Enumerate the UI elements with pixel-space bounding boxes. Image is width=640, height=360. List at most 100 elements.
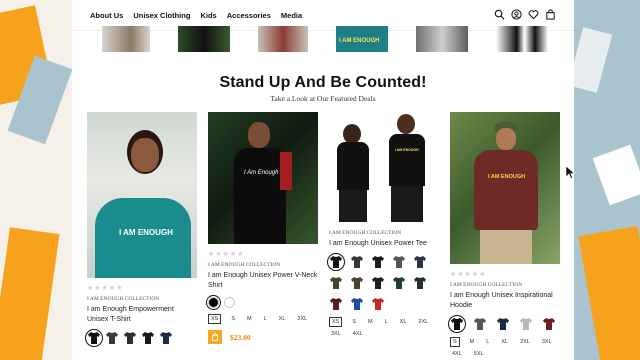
color-swatch[interactable] [371, 255, 385, 269]
size-option[interactable]: XL [398, 318, 409, 326]
product-image[interactable]: I AM ENOUGH [87, 112, 197, 278]
color-swatch[interactable] [329, 297, 343, 311]
collection-label: I AM ENOUGH COLLECTION [208, 262, 281, 268]
product-card: I AM ENOUGH ★★★★★ I AM ENOUGH COLLECTION… [85, 112, 197, 347]
size-option[interactable]: M [468, 338, 477, 346]
thumbnail-4[interactable]: I AM ENOUGH [336, 26, 388, 52]
size-option[interactable]: 2XL [416, 318, 430, 326]
product-card: I Am Enough ★★★★★ I AM ENOUGH COLLECTION… [206, 112, 318, 344]
color-swatch[interactable] [123, 331, 137, 345]
shirt-print: I AM ENOUGH [395, 148, 419, 152]
size-option[interactable]: 3XL [329, 330, 343, 338]
size-option[interactable]: M [245, 315, 254, 323]
user-icon[interactable] [511, 9, 522, 20]
size-option[interactable]: L [262, 315, 269, 323]
product-image[interactable]: I AM ENOUGH [450, 112, 560, 264]
color-swatch[interactable] [350, 255, 364, 269]
product-price: $23.00 [230, 332, 251, 342]
rating-stars: ★★★★★ [450, 271, 487, 278]
thumbnail-2[interactable] [178, 26, 230, 52]
size-option[interactable]: XL [277, 315, 288, 323]
heart-icon[interactable] [528, 9, 539, 20]
add-to-cart-button[interactable] [208, 330, 222, 344]
size-option[interactable]: XS [329, 317, 343, 327]
color-swatch[interactable] [496, 317, 510, 331]
color-swatch[interactable] [413, 276, 427, 290]
nav-unisex-clothing[interactable]: Unisex Clothing [133, 11, 190, 20]
section-title: Stand Up And Be Counted! [219, 74, 427, 91]
nav-media[interactable]: Media [281, 11, 302, 20]
color-swatch[interactable] [350, 276, 364, 290]
size-option[interactable]: L [383, 318, 390, 326]
bag-icon [211, 333, 219, 341]
color-swatch[interactable] [159, 331, 173, 345]
shirt-print: I AM ENOUGH [119, 228, 173, 237]
product-card: I AM ENOUGH ★★★★★ I AM ENOUGH COLLECTION… [448, 112, 560, 358]
size-option[interactable]: 4XL [351, 330, 365, 338]
section-subtitle: Take a Look at Our Featured Deals [270, 94, 376, 103]
nav-accessories[interactable]: Accessories [227, 11, 271, 20]
color-swatch[interactable] [350, 297, 364, 311]
color-swatch[interactable] [392, 255, 406, 269]
product-name[interactable]: I am Enough Unisex Power Tee [329, 239, 439, 249]
rating-stars: ★★★★★ [87, 285, 124, 292]
color-swatch[interactable] [371, 297, 385, 311]
size-options: XS S M L XL 2XL [208, 314, 318, 324]
color-swatch[interactable] [473, 317, 487, 331]
search-icon[interactable] [494, 9, 505, 20]
color-swatch[interactable] [519, 317, 533, 331]
color-dot[interactable] [224, 297, 235, 308]
size-option[interactable]: 5XL [472, 350, 486, 358]
product-name[interactable]: I am Enough Unisex Inspirational Hoodie [450, 291, 560, 311]
storefront-page: About Us Unisex Clothing Kids Accessorie… [72, 0, 574, 360]
color-swatch[interactable] [413, 255, 427, 269]
size-options: S M L XL 2XL 3XL 4XL 5XL [450, 337, 560, 358]
color-swatch[interactable] [448, 315, 466, 333]
size-option[interactable]: L [484, 338, 491, 346]
shirt-print: I AM ENOUGH [488, 174, 526, 180]
color-swatch[interactable] [542, 317, 556, 331]
nav-about-us[interactable]: About Us [90, 11, 123, 20]
nav-kids[interactable]: Kids [200, 11, 216, 20]
color-swatch[interactable] [141, 331, 155, 345]
product-image[interactable]: I Am Enough [208, 112, 318, 244]
color-swatch[interactable] [85, 329, 103, 347]
size-option[interactable]: 4XL [450, 350, 464, 358]
color-swatch[interactable] [371, 276, 385, 290]
collection-label: I AM ENOUGH COLLECTION [87, 296, 160, 302]
size-option[interactable]: S [229, 315, 237, 323]
thumbnail-6[interactable] [496, 26, 548, 52]
size-option[interactable]: 3XL [540, 338, 554, 346]
collection-label: I AM ENOUGH COLLECTION [329, 230, 402, 236]
thumbnail-1[interactable] [102, 26, 150, 52]
color-swatches [327, 253, 439, 311]
color-dot[interactable] [206, 295, 221, 310]
color-swatch[interactable] [329, 276, 343, 290]
size-options: XS S M L XL 2XL 3XL 4XL [329, 317, 439, 338]
size-option[interactable]: M [366, 318, 375, 326]
color-swatch[interactable] [392, 276, 406, 290]
cart-icon[interactable] [545, 9, 556, 20]
size-option[interactable]: XL [499, 338, 510, 346]
size-option[interactable]: 2XL [518, 338, 532, 346]
thumbnail-3[interactable] [258, 26, 308, 52]
color-swatch[interactable] [105, 331, 119, 345]
mouse-cursor-icon [566, 166, 575, 179]
shirt-print: I Am Enough [244, 170, 279, 176]
color-swatch[interactable] [327, 253, 345, 271]
size-option[interactable]: S [450, 337, 460, 347]
product-name[interactable]: I am Enough Unisex Power V-Neck Shirt [208, 271, 318, 291]
product-name[interactable]: I am Enough Empowerment Unisex T-Shirt [87, 305, 197, 325]
size-option[interactable]: S [350, 318, 358, 326]
collection-label: I AM ENOUGH COLLECTION [450, 282, 523, 288]
color-options [206, 295, 318, 310]
thumbnail-5[interactable] [416, 26, 468, 52]
color-swatches [448, 315, 560, 333]
size-option[interactable]: 2XL [295, 315, 309, 323]
rating-stars: ★★★★★ [208, 251, 245, 258]
product-card: I AM ENOUGH I AM ENOUGH COLLECTION I am … [327, 112, 439, 338]
size-option[interactable]: XS [208, 314, 222, 324]
thumbnail-print: I AM ENOUGH [339, 38, 380, 44]
category-thumbnails: I AM ENOUGH [92, 26, 554, 52]
product-image[interactable]: I AM ENOUGH [329, 112, 439, 224]
